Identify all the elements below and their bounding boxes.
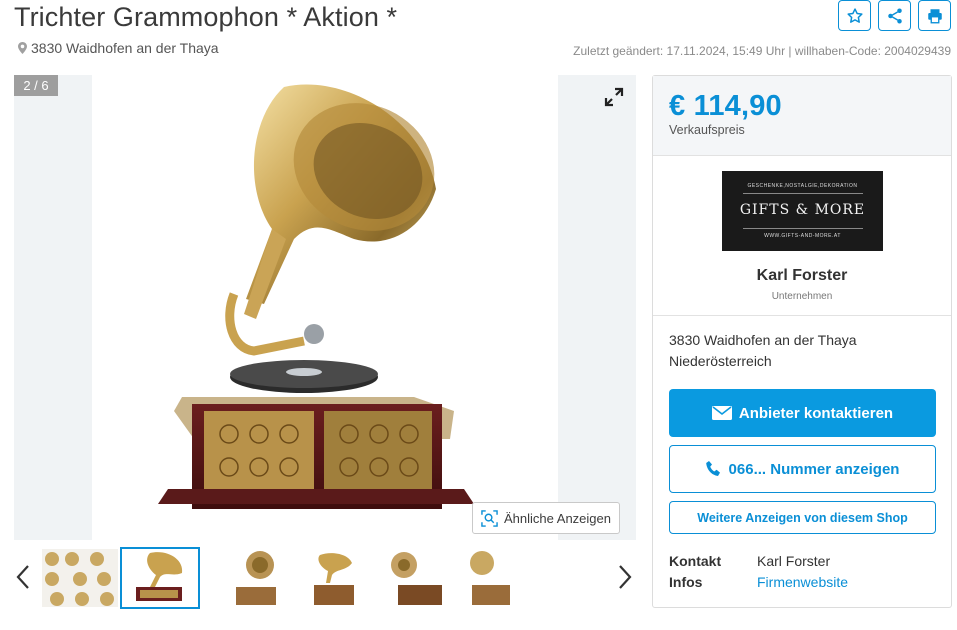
seller-infos: Kontakt Karl Forster Infos Firmenwebsite bbox=[669, 551, 848, 593]
location-pin-icon bbox=[18, 42, 27, 54]
seller-sidebar: € 114,90 Verkaufspreis GESCHENKE,NOSTALG… bbox=[652, 75, 952, 608]
gallery-right-margin bbox=[558, 75, 636, 540]
listing-actions bbox=[838, 0, 951, 31]
gramophone-photo bbox=[158, 84, 474, 509]
price-label: Verkaufspreis bbox=[669, 123, 745, 137]
chevron-right-icon[interactable] bbox=[618, 564, 632, 590]
listing-title: Trichter Grammophon * Aktion * bbox=[14, 2, 398, 32]
show-phone-label: 066... Nummer anzeigen bbox=[728, 460, 900, 478]
thumbnail-image bbox=[458, 549, 534, 607]
similar-ads-label: Ähnliche Anzeigen bbox=[504, 510, 611, 526]
image-counter: 2 / 6 bbox=[14, 75, 58, 96]
price-box: € 114,90 Verkaufspreis bbox=[653, 76, 951, 156]
thumbnail-image bbox=[300, 549, 376, 607]
thumbnail-image bbox=[220, 549, 296, 607]
shop-info: GESCHENKE,NOSTALGIE,DEKORATION GIFTS & M… bbox=[653, 156, 951, 316]
expand-icon[interactable] bbox=[604, 87, 624, 107]
seller-type: Unternehmen bbox=[771, 291, 833, 302]
share-button[interactable] bbox=[878, 0, 911, 31]
price-amount: € 114,90 bbox=[669, 90, 782, 122]
info-value: Karl Forster bbox=[757, 553, 831, 569]
printer-icon bbox=[927, 8, 942, 23]
info-row-infos: Infos Firmenwebsite bbox=[669, 572, 848, 593]
address-line-2: Niederösterreich bbox=[669, 353, 772, 369]
favorite-button[interactable] bbox=[838, 0, 871, 31]
contact-seller-button[interactable]: Anbieter kontaktieren bbox=[669, 389, 936, 437]
envelope-icon bbox=[711, 406, 732, 420]
listing-location: 3830 Waidhofen an der Thaya bbox=[18, 40, 219, 56]
location-text: 3830 Waidhofen an der Thaya bbox=[31, 40, 219, 56]
search-similar-icon bbox=[481, 509, 498, 527]
company-website-link[interactable]: Firmenwebsite bbox=[757, 572, 848, 593]
thumbnail-image bbox=[122, 549, 198, 607]
thumbnail-item[interactable] bbox=[220, 549, 296, 607]
logo-divider bbox=[742, 193, 863, 194]
thumbnail-item[interactable] bbox=[458, 549, 534, 607]
shop-logo[interactable]: GESCHENKE,NOSTALGIE,DEKORATION GIFTS & M… bbox=[722, 171, 883, 251]
listing-meta: Zuletzt geändert: 17.11.2024, 15:49 Uhr … bbox=[573, 44, 951, 58]
show-phone-button[interactable]: 066... Nummer anzeigen bbox=[669, 445, 936, 493]
thumbnail-item[interactable] bbox=[42, 549, 118, 607]
thumbnail-strip bbox=[14, 546, 636, 610]
chevron-left-icon[interactable] bbox=[16, 564, 30, 590]
image-gallery[interactable]: 2 / 6 Ähnliche Anzeigen bbox=[14, 75, 636, 540]
seller-address: 3830 Waidhofen an der Thaya Niederösterr… bbox=[653, 316, 951, 372]
thumbnail-item[interactable] bbox=[378, 549, 454, 607]
thumbnail-item-selected[interactable] bbox=[120, 547, 200, 609]
phone-icon bbox=[705, 461, 720, 476]
share-icon bbox=[887, 8, 902, 23]
star-icon bbox=[846, 7, 863, 23]
address-line-1: 3830 Waidhofen an der Thaya bbox=[669, 332, 857, 348]
similar-ads-button[interactable]: Ähnliche Anzeigen bbox=[472, 502, 620, 534]
info-row-contact: Kontakt Karl Forster bbox=[669, 551, 848, 572]
contact-seller-label: Anbieter kontaktieren bbox=[738, 404, 894, 422]
more-shop-ads-label: Weitere Anzeigen von diesem Shop bbox=[697, 510, 908, 525]
logo-url: WWW.GIFTS-AND-MORE.AT bbox=[764, 233, 841, 239]
thumbnail-image bbox=[42, 549, 118, 607]
info-key: Kontakt bbox=[669, 553, 722, 569]
more-shop-ads-button[interactable]: Weitere Anzeigen von diesem Shop bbox=[669, 501, 936, 534]
thumbnail-item[interactable] bbox=[300, 549, 376, 607]
logo-divider bbox=[742, 228, 863, 229]
seller-name: Karl Forster bbox=[756, 267, 848, 284]
print-button[interactable] bbox=[918, 0, 951, 31]
thumbnail-image bbox=[378, 549, 454, 607]
logo-tagline: GESCHENKE,NOSTALGIE,DEKORATION bbox=[747, 183, 858, 189]
info-key: Infos bbox=[669, 574, 703, 590]
logo-main-text: GIFTS & MORE bbox=[739, 202, 866, 218]
gallery-left-margin bbox=[14, 75, 92, 540]
